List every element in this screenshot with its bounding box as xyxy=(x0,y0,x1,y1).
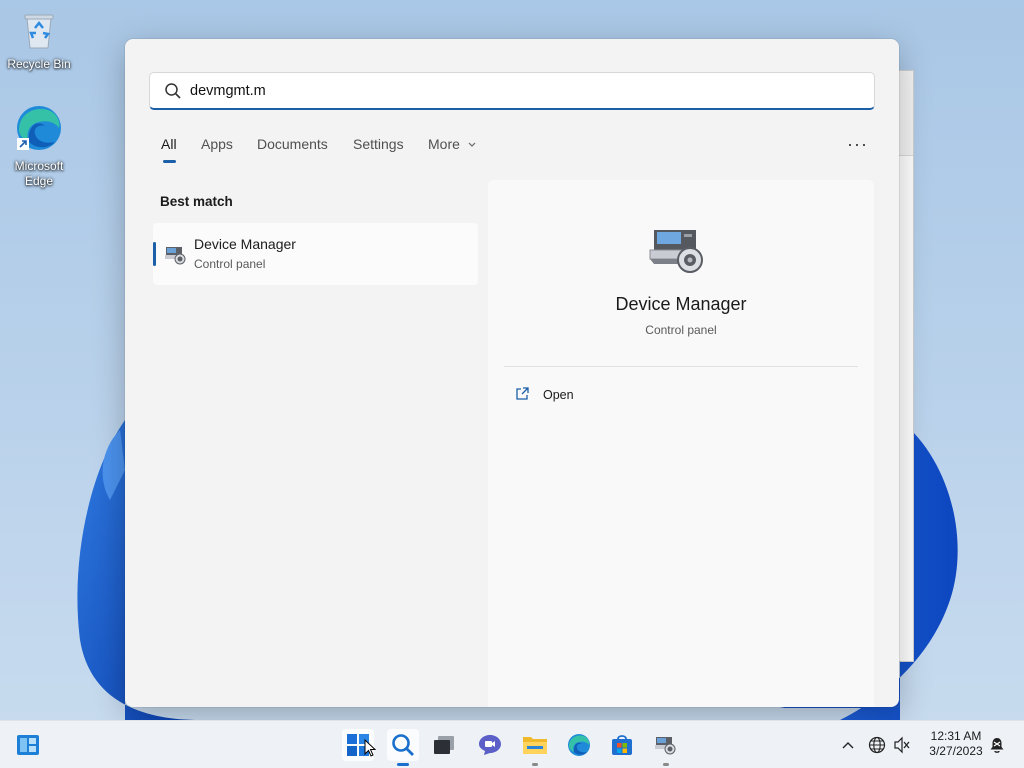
store-icon xyxy=(612,735,632,755)
taskbar: 12:31 AM 3/27/2023 xyxy=(0,720,1024,768)
widgets-icon xyxy=(17,735,39,755)
open-external-icon xyxy=(516,387,529,400)
device-manager-icon xyxy=(649,230,703,273)
divider xyxy=(504,366,858,367)
detail-pane: Device Manager Control panel Open xyxy=(488,180,874,707)
device-manager-taskbar-button[interactable] xyxy=(650,729,682,766)
mouse-cursor-icon xyxy=(364,739,376,757)
search-icon xyxy=(165,83,181,99)
volume-muted-icon xyxy=(894,736,910,754)
task-view-icon xyxy=(434,736,454,754)
detail-subtitle: Control panel xyxy=(645,323,717,337)
device-manager-icon xyxy=(655,737,676,755)
chat-icon xyxy=(479,735,501,755)
task-view-button[interactable] xyxy=(428,729,460,761)
edge-label: Microsoft Edge xyxy=(14,159,64,188)
clock[interactable]: 12:31 AM 3/27/2023 xyxy=(920,729,992,759)
tab-documents[interactable]: Documents xyxy=(257,136,328,152)
edge-icon xyxy=(17,106,61,150)
tab-settings[interactable]: Settings xyxy=(353,136,404,152)
open-label: Open xyxy=(543,388,574,402)
notifications-button[interactable] xyxy=(984,729,1010,761)
device-manager-icon xyxy=(165,247,186,265)
tab-all[interactable]: All xyxy=(161,136,177,163)
tab-more-label: More xyxy=(428,136,460,152)
edge-taskbar-button[interactable] xyxy=(563,729,595,761)
selection-indicator xyxy=(153,242,156,266)
tab-apps[interactable]: Apps xyxy=(201,136,233,152)
edge-icon xyxy=(568,734,590,756)
show-hidden-icons-button[interactable] xyxy=(833,729,863,761)
chevron-up-icon xyxy=(842,742,854,749)
result-subtitle: Control panel xyxy=(194,257,266,271)
widgets-button[interactable] xyxy=(12,729,44,761)
volume-button[interactable] xyxy=(887,729,917,761)
active-indicator xyxy=(397,763,409,766)
desktop-icon-edge[interactable]: Microsoft Edge xyxy=(1,104,77,189)
recycle-bin-label: Recycle Bin xyxy=(7,57,71,71)
running-indicator xyxy=(663,763,669,766)
search-taskbar-button[interactable] xyxy=(387,729,419,766)
search-box[interactable] xyxy=(149,72,875,110)
search-input[interactable] xyxy=(190,81,850,101)
running-indicator xyxy=(532,763,538,766)
result-title: Device Manager xyxy=(194,236,296,252)
tab-more[interactable]: More xyxy=(428,136,477,152)
desktop-icon-recycle-bin[interactable]: Recycle Bin xyxy=(1,10,77,72)
chevron-down-icon xyxy=(468,142,476,147)
search-icon xyxy=(392,734,414,756)
clock-time: 12:31 AM xyxy=(930,729,982,743)
detail-title: Device Manager xyxy=(615,294,747,314)
notification-bell-icon xyxy=(990,738,1004,753)
chat-button[interactable] xyxy=(474,729,506,761)
more-options-button[interactable]: ··· xyxy=(847,134,868,155)
file-explorer-icon xyxy=(523,737,547,754)
result-device-manager[interactable]: Device Manager Control panel xyxy=(153,223,478,285)
search-panel: All Apps Documents Settings More ··· Bes… xyxy=(125,39,899,707)
start-button[interactable] xyxy=(342,729,376,761)
file-explorer-button[interactable] xyxy=(519,729,551,766)
best-match-heading: Best match xyxy=(160,194,233,209)
store-button[interactable] xyxy=(606,729,638,761)
recycle-bin-icon xyxy=(24,14,54,49)
clock-date: 3/27/2023 xyxy=(929,744,983,758)
network-globe-icon xyxy=(868,736,886,754)
